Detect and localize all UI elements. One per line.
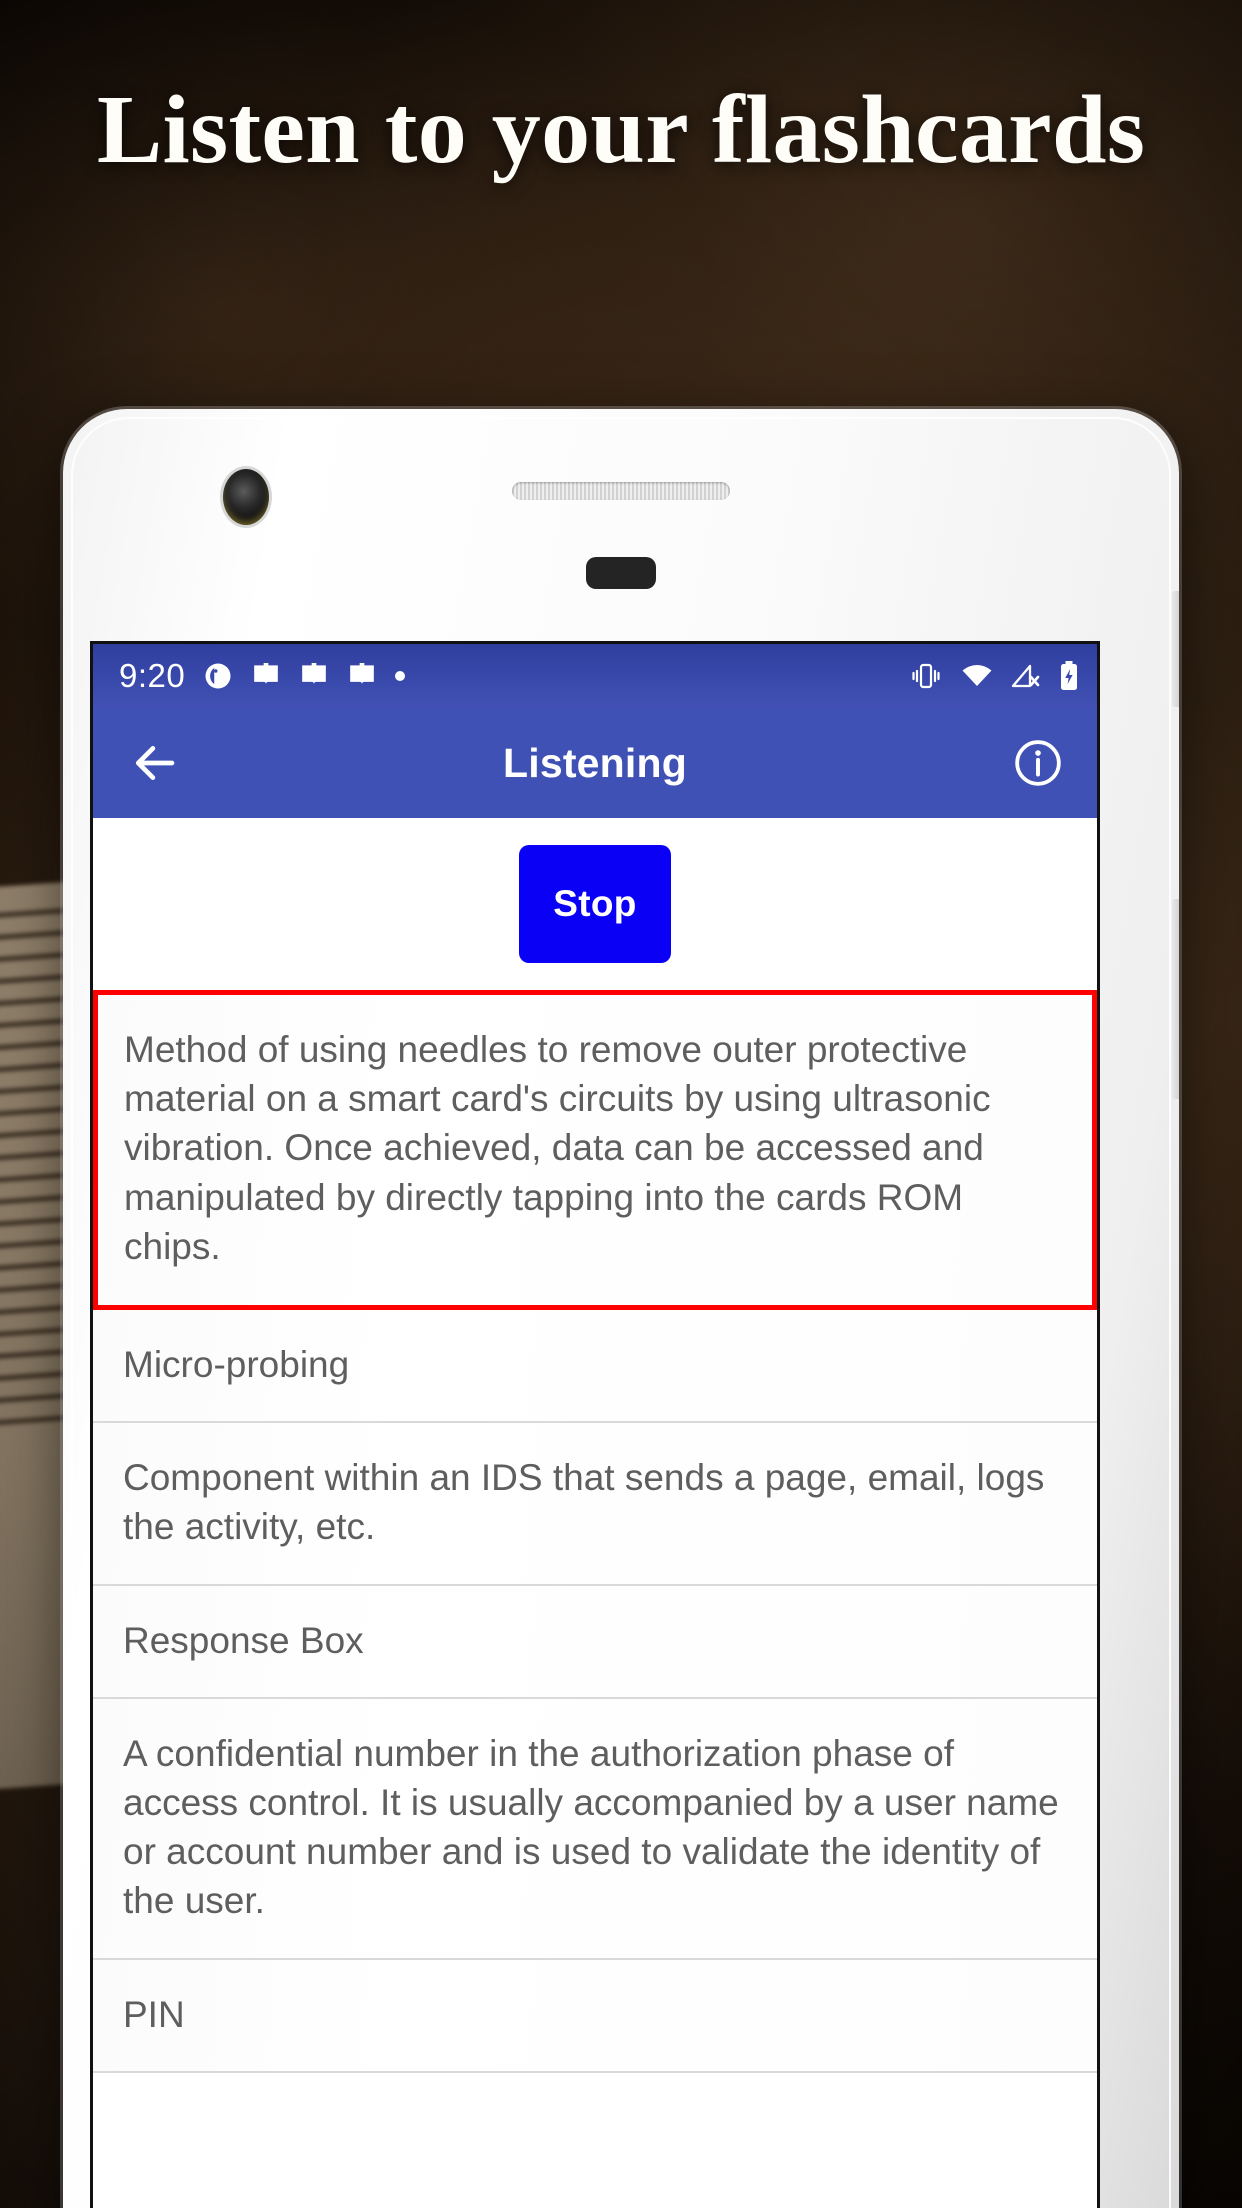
flashcard-item-active[interactable]: Method of using needles to remove outer … <box>93 990 1097 1311</box>
book-icon <box>302 663 327 685</box>
left-side-button[interactable] <box>63 409 70 441</box>
page-title: Listening <box>502 739 688 786</box>
book-icon <box>254 663 279 685</box>
playback-controls: Stop <box>93 818 1097 990</box>
proximity-sensor <box>586 557 656 589</box>
back-arrow-icon[interactable] <box>127 736 181 790</box>
status-bar: 9:20 <box>93 644 1097 708</box>
status-bar-left-group: 9:20 <box>119 657 406 695</box>
wifi-icon <box>962 665 992 686</box>
battery-charging-icon <box>1061 661 1077 690</box>
more-dot-icon <box>395 671 406 681</box>
vibrate-icon <box>912 663 940 689</box>
flashcard-item[interactable]: PIN <box>93 1959 1097 2073</box>
flashcard-item[interactable]: Micro-probing <box>93 1310 1097 1424</box>
app-notification-icon <box>205 663 231 689</box>
book-icon <box>350 663 375 685</box>
stop-button[interactable]: Stop <box>519 845 671 963</box>
flashcard-item[interactable]: Response Box <box>93 1585 1097 1699</box>
volume-button[interactable] <box>1172 899 1179 1099</box>
flashcard-item[interactable]: Component within an IDS that sends a pag… <box>93 1423 1097 1586</box>
earpiece-speaker <box>512 482 730 500</box>
phone-mockup: 9:20 Listening Stop Method of using need… <box>63 409 1179 2208</box>
page-headline: Listen to your flashcards <box>96 76 1146 184</box>
phone-screen: 9:20 Listening Stop Method of using need… <box>90 641 1100 2208</box>
flashcard-item[interactable]: A confidential number in the authorizati… <box>93 1698 1097 1960</box>
power-button[interactable] <box>1172 591 1179 707</box>
front-camera-icon <box>223 469 269 525</box>
status-bar-right-group <box>909 661 1079 691</box>
info-circle-icon[interactable] <box>1013 738 1063 788</box>
flashcard-list: Method of using needles to remove outer … <box>93 990 1097 2073</box>
status-bar-clock: 9:20 <box>119 657 186 694</box>
app-bar: Listening <box>93 708 1097 818</box>
no-cellular-signal-icon <box>1011 664 1040 688</box>
